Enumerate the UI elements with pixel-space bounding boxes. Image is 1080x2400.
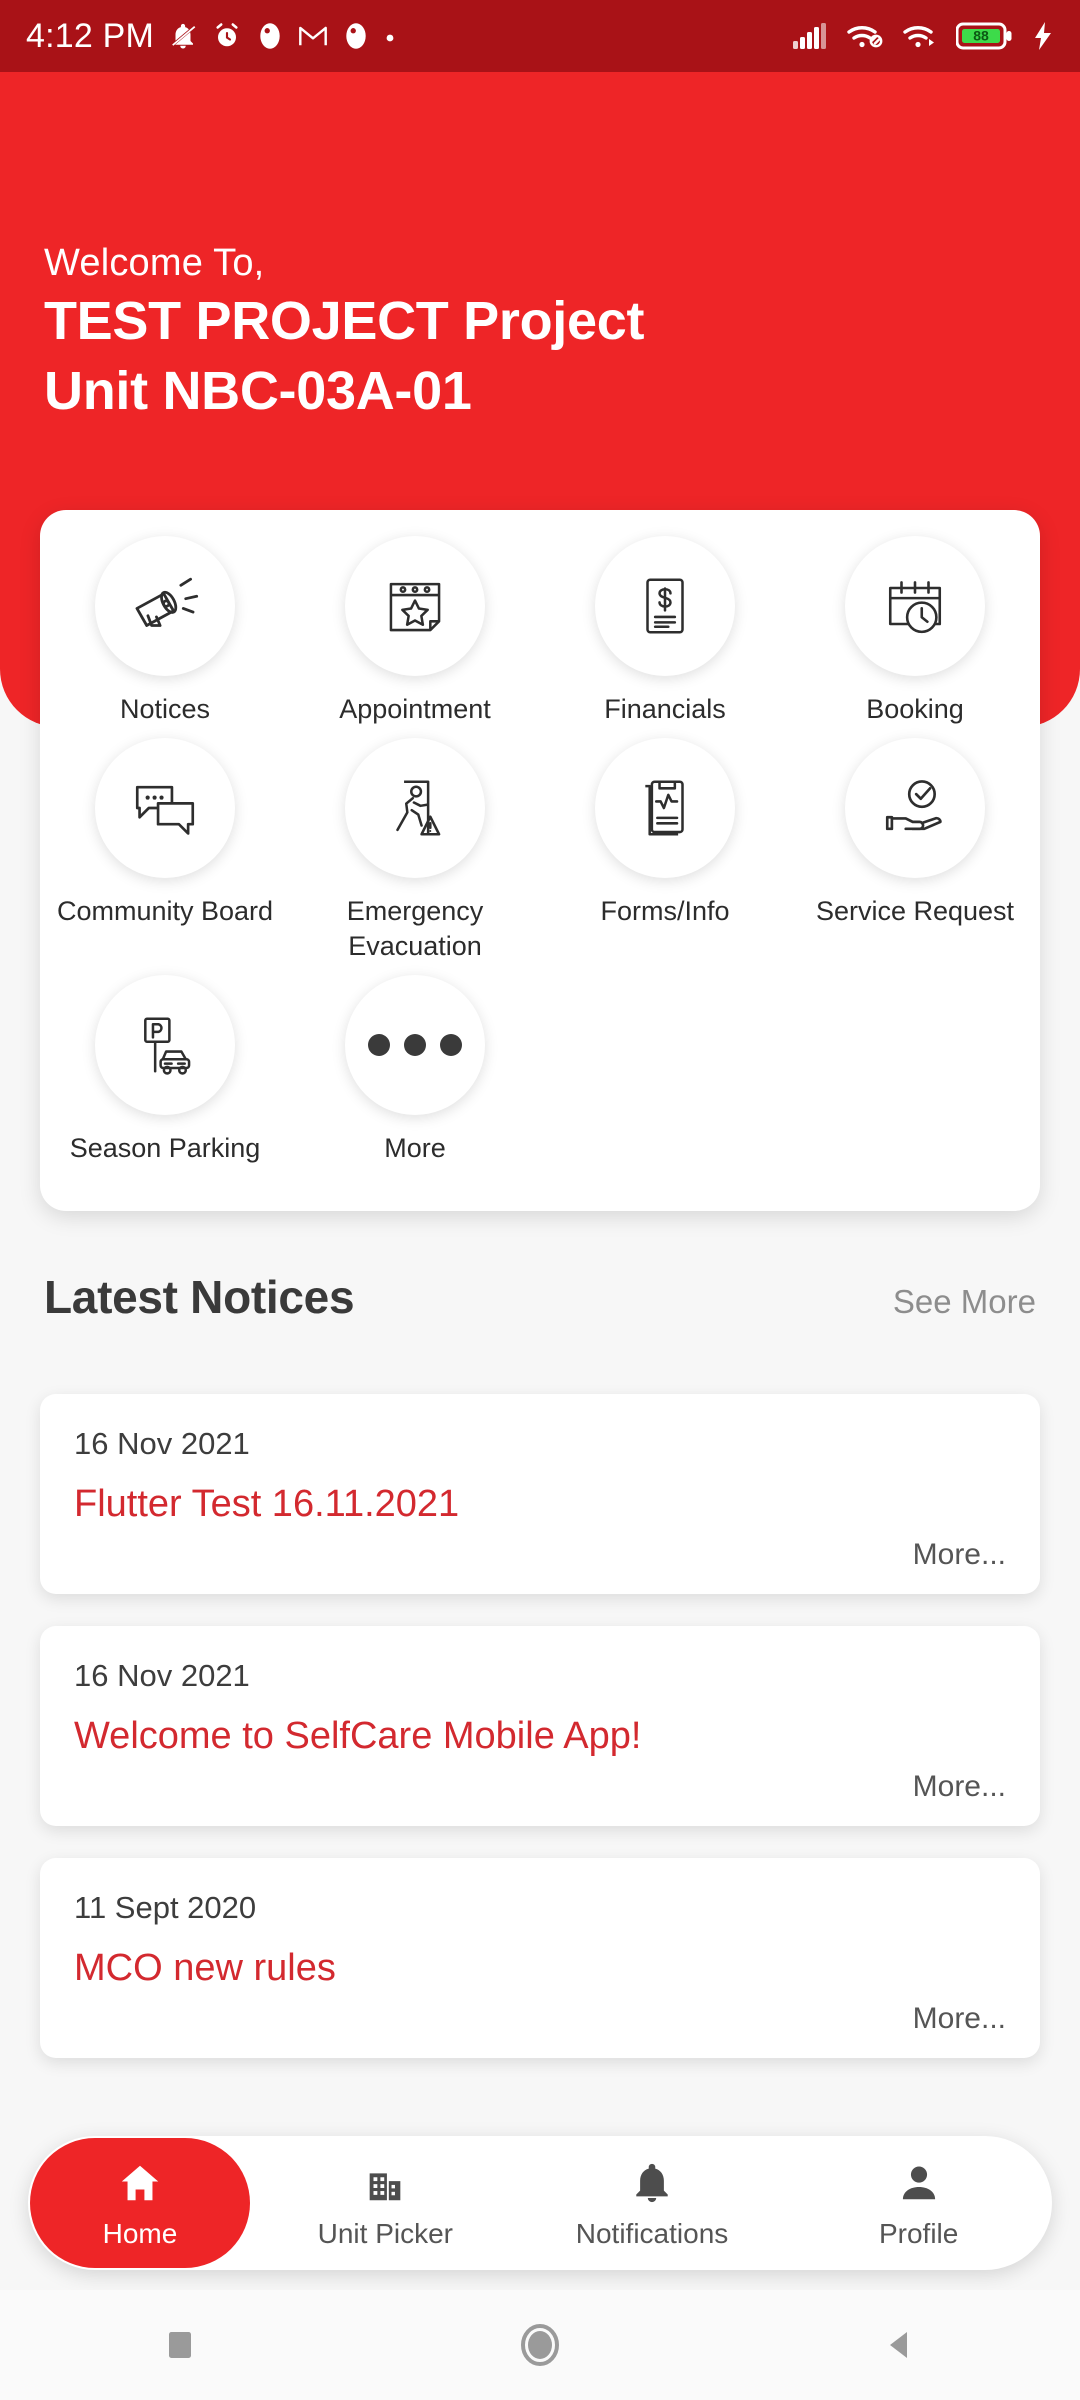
menu-label: Community Board (56, 895, 274, 926)
quick-menu-grid: Notices Appointment Financials Booking C… (40, 536, 1040, 1177)
menu-item-emergency-evacuation[interactable]: Emergency Evacuation (290, 737, 540, 965)
menu-icon-wrap (345, 974, 485, 1115)
building-icon (361, 2156, 409, 2210)
menu-icon-wrap (95, 737, 235, 878)
parking-car-icon (144, 1017, 191, 1075)
menu-icon-wrap (845, 536, 985, 676)
status-bar: 4:12 PM 88 (0, 0, 1080, 72)
home-button[interactable] (480, 2320, 600, 2370)
nav-label: Unit Picker (317, 2218, 454, 2249)
megaphone-icon (135, 577, 199, 627)
notifications-silenced-icon (168, 21, 198, 51)
menu-icon-wrap (845, 737, 985, 878)
menu-icon-wrap (345, 536, 485, 676)
bell-icon (629, 2156, 675, 2210)
menu-icon-wrap (345, 737, 485, 878)
menu-icon-wrap (95, 974, 235, 1115)
menu-item-service-request[interactable]: Service Request (790, 737, 1040, 965)
menu-label: Notices (119, 694, 211, 724)
menu-label: Booking (866, 694, 964, 724)
notice-date: 16 Nov 2021 (74, 1426, 250, 1461)
menu-item-more[interactable]: More (290, 974, 540, 1167)
menu-label: Forms/Info (600, 895, 730, 926)
notice-list: 16 Nov 2021 Flutter Test 16.11.2021 More… (40, 1394, 1040, 2090)
menu-item-season-parking[interactable]: Season Parking (40, 974, 290, 1167)
home-icon (115, 2156, 165, 2210)
three-dots-icon (368, 1033, 462, 1056)
notice-more-link[interactable]: More... (913, 1770, 1006, 1804)
app-badge-icon (256, 21, 284, 51)
nav-item-home[interactable]: Home (30, 2138, 250, 2268)
project-title-line2: Unit NBC-03A-01 (44, 361, 472, 421)
alarm-icon (212, 21, 242, 51)
menu-item-appointment[interactable]: Appointment (290, 536, 540, 728)
menu-label: Service Request (815, 895, 1015, 926)
menu-label: Appointment (339, 694, 491, 724)
nav-item-notifications[interactable]: Notifications (519, 2136, 786, 2270)
dollar-document-icon (646, 578, 684, 634)
welcome-label: Welcome To, (44, 242, 265, 284)
running-exit-icon (396, 780, 441, 836)
menu-icon-wrap (595, 536, 735, 676)
hand-check-icon (885, 779, 942, 830)
notice-date: 11 Sept 2020 (74, 1890, 257, 1925)
notice-card[interactable]: 11 Sept 2020 MCO new rules More... (40, 1858, 1040, 2058)
status-bar-left: 4:12 PM (26, 17, 396, 56)
calendar-star-icon (389, 582, 441, 632)
menu-item-notices[interactable]: Notices (40, 536, 290, 728)
nav-label: Notifications (575, 2218, 729, 2249)
notice-date: 16 Nov 2021 (74, 1658, 250, 1693)
menu-item-financials[interactable]: Financials (540, 536, 790, 728)
menu-icon-wrap (95, 536, 235, 676)
calendar-clock-icon (888, 581, 942, 634)
notice-card[interactable]: 16 Nov 2021 Welcome to SelfCare Mobile A… (40, 1626, 1040, 1826)
notice-more-link[interactable]: More... (913, 2002, 1006, 2036)
person-icon (896, 2156, 942, 2210)
notice-title: MCO new rules (74, 1947, 336, 1989)
charging-bolt-icon (1032, 21, 1054, 51)
menu-label: Emergency Evacuation (346, 895, 484, 962)
quick-menu-card: Notices Appointment Financials Booking C… (40, 510, 1040, 1211)
notice-title: Welcome to SelfCare Mobile App! (74, 1715, 642, 1757)
menu-icon-wrap (595, 737, 735, 878)
menu-label: Season Parking (69, 1132, 261, 1163)
app-screen: 4:12 PM 88 Welcome To, TEST PROJECT Proj… (0, 0, 1080, 2400)
circle-icon (521, 2324, 559, 2366)
android-navigation-bar (0, 2290, 1080, 2400)
project-title-line1: TEST PROJECT Project (44, 291, 645, 351)
nav-item-unit-picker[interactable]: Unit Picker (252, 2136, 519, 2270)
back-button[interactable] (840, 2326, 960, 2364)
nav-label: Home (102, 2218, 178, 2249)
bottom-navigation: Home Unit Picker Notifications Profile (28, 2136, 1052, 2270)
see-more-link[interactable]: See More (893, 1283, 1036, 1321)
latest-notices-header: Latest Notices See More (44, 1270, 1036, 1324)
wifi-icon (902, 21, 938, 51)
wifi-linked-icon (846, 21, 884, 51)
menu-item-forms-info[interactable]: Forms/Info (540, 737, 790, 965)
gmail-icon (298, 23, 328, 49)
battery-icon: 88 (956, 21, 1014, 51)
nav-item-profile[interactable]: Profile (785, 2136, 1052, 2270)
status-bar-clock: 4:12 PM (26, 16, 155, 55)
menu-label: More (384, 1132, 446, 1163)
page-title: TEST PROJECT Project Unit NBC-03A-01 (44, 294, 1004, 434)
menu-item-booking[interactable]: Booking (790, 536, 1040, 728)
status-bar-right: 88 (792, 21, 1054, 51)
notice-title: Flutter Test 16.11.2021 (74, 1483, 460, 1525)
recents-button[interactable] (120, 2328, 240, 2362)
nav-label: Profile (878, 2218, 959, 2249)
clipboard-pulse-icon (645, 780, 684, 836)
dot-icon (384, 30, 396, 42)
menu-label: Financials (604, 694, 726, 724)
triangle-left-icon (890, 2332, 907, 2358)
cellular-signal-icon (792, 21, 828, 51)
square-icon (169, 2332, 191, 2358)
chat-bubbles-icon (135, 785, 195, 835)
battery-level-text: 88 (973, 28, 989, 44)
menu-item-community-board[interactable]: Community Board (40, 737, 290, 965)
app-badge-icon (342, 21, 370, 51)
notice-more-link[interactable]: More... (913, 1538, 1006, 1572)
section-title: Latest Notices (44, 1271, 355, 1323)
notice-card[interactable]: 16 Nov 2021 Flutter Test 16.11.2021 More… (40, 1394, 1040, 1594)
